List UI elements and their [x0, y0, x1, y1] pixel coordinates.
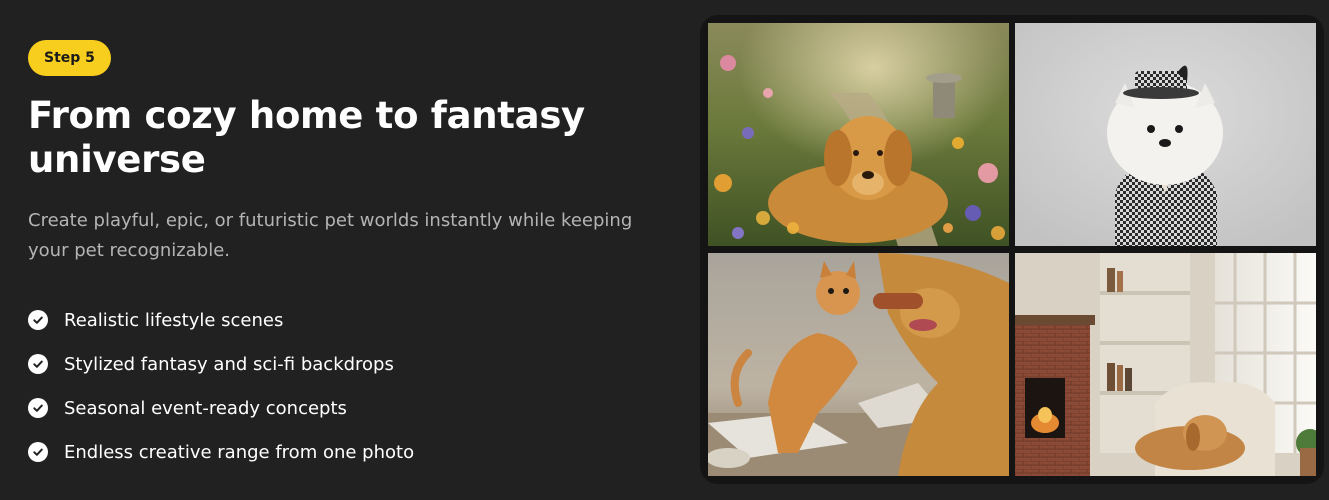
feature-list: Realistic lifestyle scenes Stylized fant… — [28, 298, 668, 474]
feature-item: Endless creative range from one photo — [28, 430, 668, 474]
step-badge: Step 5 — [28, 40, 111, 76]
feature-label: Realistic lifestyle scenes — [64, 309, 284, 331]
check-circle-icon — [28, 442, 48, 462]
check-circle-icon — [28, 398, 48, 418]
feature-item: Stylized fantasy and sci-fi backdrops — [28, 342, 668, 386]
section-subtitle: Create playful, epic, or futuristic pet … — [28, 210, 633, 261]
feature-item: Seasonal event-ready concepts — [28, 386, 668, 430]
feature-label: Stylized fantasy and sci-fi backdrops — [64, 353, 394, 375]
feature-label: Seasonal event-ready concepts — [64, 397, 347, 419]
step-section: Step 5 From cozy home to fantasy univers… — [28, 40, 668, 474]
feature-item: Realistic lifestyle scenes — [28, 298, 668, 342]
cat-and-dog-playing-image — [708, 253, 1009, 476]
dog-by-fireplace-image — [1015, 253, 1316, 476]
check-circle-icon — [28, 310, 48, 330]
pomeranian-in-suit-image — [1015, 23, 1316, 246]
golden-retriever-garden-image — [708, 23, 1009, 246]
check-circle-icon — [28, 354, 48, 374]
feature-label: Endless creative range from one photo — [64, 441, 415, 463]
section-title: From cozy home to fantasy universe — [28, 94, 585, 181]
